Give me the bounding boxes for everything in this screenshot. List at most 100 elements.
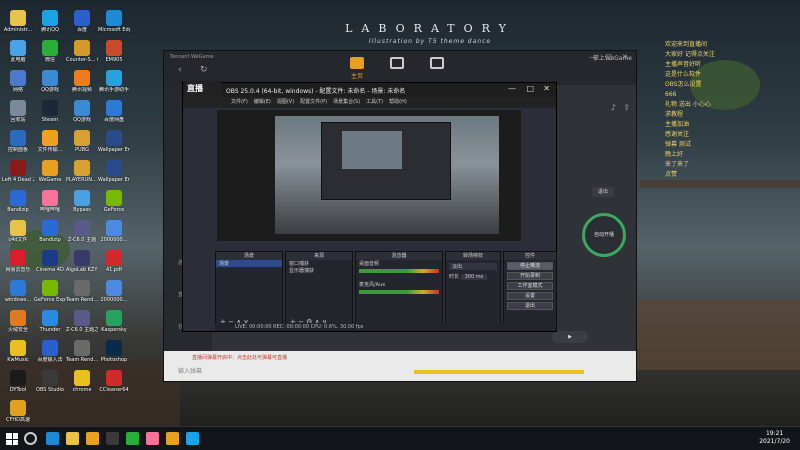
desktop-icon[interactable]: 回收站 bbox=[2, 100, 34, 134]
desktop-icon[interactable]: Team Rend... bbox=[66, 280, 98, 314]
desktop-icon[interactable]: 2000000... bbox=[98, 280, 130, 314]
desktop-icon[interactable]: Bandizip bbox=[34, 220, 66, 254]
desktop-icon[interactable]: Wallpaper Engine bbox=[98, 160, 130, 194]
desktop-audio-meter[interactable] bbox=[359, 269, 439, 273]
nav-store[interactable] bbox=[390, 57, 404, 71]
minimize-icon[interactable]: — bbox=[508, 84, 516, 93]
obs-menu-item[interactable]: 配置文件(P) bbox=[300, 97, 327, 108]
obs-menu-item[interactable]: 帮助(H) bbox=[389, 97, 407, 108]
close-icon[interactable]: ✕ bbox=[543, 84, 550, 93]
desktop-icon[interactable]: Wallpaper Engine bbox=[98, 130, 130, 164]
taskbar-app-icon[interactable] bbox=[186, 432, 199, 445]
desktop-icon[interactable]: 文件传输... bbox=[34, 130, 66, 164]
desktop-icon[interactable]: Team Rend... bbox=[66, 340, 98, 374]
scene-item[interactable]: 场景 bbox=[216, 260, 282, 267]
desktop-icon[interactable]: c4d文件 bbox=[2, 220, 34, 254]
maximize-icon[interactable]: □ bbox=[526, 84, 534, 93]
exit-button[interactable]: 退出 bbox=[592, 187, 614, 197]
desktop-icon[interactable]: 百度 bbox=[66, 10, 98, 44]
studio-mode-button[interactable]: 工作室模式 bbox=[507, 282, 553, 290]
refresh-icon[interactable]: ↻ bbox=[200, 65, 208, 75]
mic-audio-meter[interactable] bbox=[359, 290, 439, 294]
taskbar-app-icon[interactable] bbox=[106, 432, 119, 445]
obs-menu-item[interactable]: 文件(F) bbox=[231, 97, 248, 108]
desktop-icon[interactable]: DYTool bbox=[2, 370, 34, 404]
desktop-icon[interactable]: 腾讯视频 bbox=[66, 70, 98, 104]
close-icon[interactable]: ✕ bbox=[622, 53, 628, 61]
desktop-icon[interactable]: Photoshop bbox=[98, 340, 130, 374]
desktop-icon[interactable]: Bandizip bbox=[2, 190, 34, 224]
windows-start-icon[interactable] bbox=[6, 433, 18, 445]
desktop-icon[interactable]: WeGame bbox=[34, 160, 66, 194]
nav-video[interactable] bbox=[430, 57, 444, 71]
nav-home[interactable]: 主页 bbox=[350, 57, 364, 80]
desktop-icon[interactable]: EM905 bbox=[98, 40, 130, 74]
obs-menu-item[interactable]: 视图(V) bbox=[277, 97, 294, 108]
desktop-icon[interactable]: 网易云音乐 bbox=[2, 250, 34, 284]
search-icon[interactable] bbox=[24, 432, 37, 445]
desktop-icon[interactable]: Thunder bbox=[34, 310, 66, 344]
desktop-icon[interactable]: 此电脑 bbox=[2, 40, 34, 74]
transition-select[interactable]: 淡出 bbox=[449, 263, 497, 270]
desktop-icon[interactable]: PUBG bbox=[66, 130, 98, 164]
desktop-icon[interactable]: Left 4 Dead 2 bbox=[2, 160, 34, 194]
desktop-icon[interactable]: 微信 bbox=[34, 40, 66, 74]
bell-icon[interactable]: ♪ bbox=[611, 103, 616, 112]
desktop-icon[interactable]: windows... bbox=[2, 280, 34, 314]
desktop-icon[interactable]: PLAYERUN... BATTLEGR... bbox=[66, 160, 98, 194]
desktop-icon[interactable]: 控制面板 bbox=[2, 130, 34, 164]
taskbar-app-icon[interactable] bbox=[146, 432, 159, 445]
desktop-icon[interactable]: Administr... bbox=[2, 10, 34, 44]
desktop-icon[interactable]: Bypass bbox=[66, 190, 98, 224]
obs-menu-item[interactable]: 编辑(E) bbox=[254, 97, 271, 108]
desktop-icon[interactable]: QQ游戏 bbox=[34, 70, 66, 104]
danmaku-input[interactable]: 输入弹幕 bbox=[178, 366, 202, 375]
desktop-icon[interactable]: 网络 bbox=[2, 70, 34, 104]
settings-button[interactable]: 设置 bbox=[507, 292, 553, 300]
share-icon[interactable]: ⇪ bbox=[623, 103, 630, 112]
stop-stream-button[interactable]: 停止推流 bbox=[507, 262, 553, 270]
back-arrow-icon[interactable]: ‹ bbox=[178, 65, 182, 75]
obs-preview[interactable] bbox=[217, 110, 521, 241]
desktop-icon[interactable]: 腾讯手游助手 bbox=[98, 70, 130, 104]
desktop-icon[interactable]: Kaspersky bbox=[98, 310, 130, 344]
source-item[interactable]: 窗口捕获 bbox=[286, 260, 352, 267]
desktop-icon[interactable]: Cinema 4D bbox=[34, 250, 66, 284]
desktop-icon[interactable]: QQ游戏 bbox=[66, 100, 98, 134]
desktop-icon[interactable]: Counter-S... Global Off... bbox=[66, 40, 98, 74]
maximize-icon[interactable]: □ bbox=[605, 53, 612, 61]
desktop-icon[interactable]: Steam bbox=[34, 100, 66, 134]
duration-input[interactable]: 300 ms bbox=[460, 274, 488, 280]
desktop-icon[interactable]: KwMusic bbox=[2, 340, 34, 374]
start-record-button[interactable]: 开始录制 bbox=[507, 272, 553, 280]
desktop-icon[interactable]: CCleaner64 bbox=[98, 370, 130, 404]
taskbar-app-icon[interactable] bbox=[126, 432, 139, 445]
desktop-icon[interactable]: 2000000... bbox=[98, 220, 130, 254]
desktop-icon[interactable]: 百度网盘 bbox=[98, 100, 130, 134]
desktop-icon[interactable]: chrome bbox=[66, 370, 98, 404]
auto-stream-button[interactable]: 自动开播 bbox=[582, 213, 626, 257]
mini-play-button[interactable]: ▶ bbox=[552, 331, 588, 343]
taskbar-app-icon[interactable] bbox=[66, 432, 79, 445]
desktop-icon[interactable]: 百度输入法 bbox=[34, 340, 66, 374]
desktop-icon[interactable]: Microsoft Edge bbox=[98, 10, 130, 44]
desktop-icon[interactable]: Z-C6.0 主题 bbox=[66, 220, 98, 254]
taskbar-app-icon[interactable] bbox=[166, 432, 179, 445]
taskbar-app-icon[interactable] bbox=[46, 432, 59, 445]
desktop-icon[interactable]: 火绒安全 bbox=[2, 310, 34, 344]
obs-menu-item[interactable]: 工具(T) bbox=[366, 97, 383, 108]
exit-button[interactable]: 退出 bbox=[507, 302, 553, 310]
obs-menu-item[interactable]: 场景集合(S) bbox=[333, 97, 360, 108]
desktop-icon[interactable]: Z-C6.0 主题之窗 bbox=[66, 310, 98, 344]
minimize-icon[interactable]: — bbox=[589, 53, 596, 61]
taskbar-app-icon[interactable] bbox=[86, 432, 99, 445]
desktop-icon[interactable]: 41.pdf bbox=[98, 250, 130, 284]
desktop-icon[interactable]: GeForce bbox=[98, 190, 130, 224]
source-item[interactable]: 显示器捕获 bbox=[286, 267, 352, 274]
desktop-icon[interactable]: 腾讯QQ bbox=[34, 10, 66, 44]
desktop-icon[interactable]: GeForce Experience bbox=[34, 280, 66, 314]
desktop-icon[interactable]: 哔哩哔哩 bbox=[34, 190, 66, 224]
system-clock[interactable]: 19:21 2021/7/20 bbox=[759, 430, 790, 446]
desktop-icon[interactable]: OBS Studio bbox=[34, 370, 66, 404]
desktop-icon[interactable]: AlgoLab KZY Toolkit bbox=[66, 250, 98, 284]
